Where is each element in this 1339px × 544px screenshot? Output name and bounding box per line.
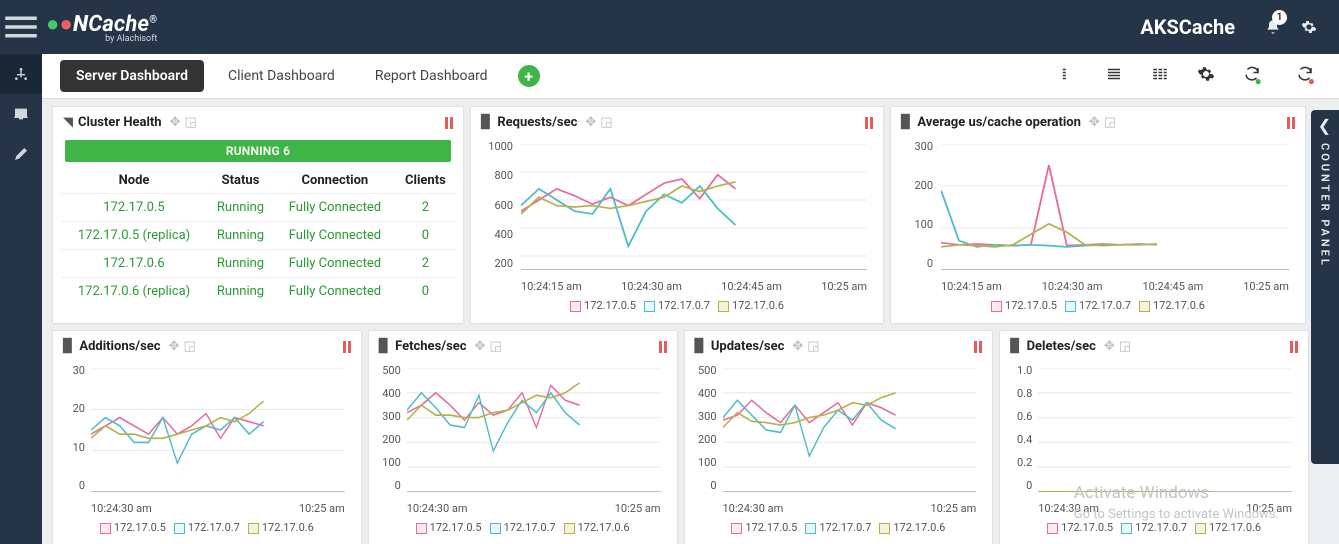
card-title: Deletes/sec: [1027, 339, 1096, 354]
card-title: Additions/sec: [79, 339, 160, 354]
layout-single-icon[interactable]: [1059, 65, 1077, 87]
card-title: Fetches/sec: [395, 339, 466, 354]
move-icon[interactable]: ✥: [1104, 339, 1115, 354]
notifications-count: 1: [1272, 10, 1287, 25]
nav-tools-icon[interactable]: [0, 134, 42, 174]
tab-server-dashboard[interactable]: Server Dashboard: [60, 60, 204, 92]
pause-button[interactable]: [1290, 341, 1298, 353]
pause-button[interactable]: [865, 117, 873, 129]
pause-button[interactable]: [659, 341, 667, 353]
legend: 172.17.0.5 172.17.0.7 172.17.0.6: [377, 516, 669, 537]
move-icon[interactable]: ✥: [169, 339, 180, 354]
notifications-bell[interactable]: 1: [1255, 0, 1291, 54]
expand-icon[interactable]: ◲: [489, 339, 501, 354]
expand-icon[interactable]: ◲: [807, 339, 819, 354]
card-avg-us: ▉ Average us/cache operation ✥ ◲ 3002001…: [890, 106, 1306, 324]
refresh-green-icon[interactable]: ●: [1243, 65, 1268, 87]
chevron-left-icon: ❮: [1318, 116, 1332, 135]
move-icon[interactable]: ✥: [792, 339, 803, 354]
col-connection: Connection: [274, 168, 396, 194]
card-requests: ▉ Requests/sec ✥ ◲ 1000800600400200 10:2…: [470, 106, 884, 324]
move-icon[interactable]: ✥: [475, 339, 486, 354]
brand: ●●NCache® by Alachisoft: [46, 11, 157, 44]
nav-monitor-icon[interactable]: [0, 94, 42, 134]
card-deletes: ▉ Deletes/sec ✥ ◲ 1.00.80.60.40.20 10:24…: [999, 330, 1309, 544]
layout-list-icon[interactable]: [1105, 65, 1123, 87]
card-title: Average us/cache operation: [917, 115, 1081, 130]
move-icon[interactable]: ✥: [170, 115, 181, 130]
chart-icon: ▉: [379, 339, 390, 354]
move-icon[interactable]: ✥: [585, 115, 596, 130]
move-icon[interactable]: ✥: [1089, 115, 1100, 130]
legend: 172.17.0.5 172.17.0.7 172.17.0.6: [693, 516, 985, 537]
counter-panel-label: COUNTER PANEL: [1319, 143, 1332, 268]
legend: 172.17.0.5 172.17.0.7 172.17.0.6: [61, 516, 353, 537]
cluster-table: Node Status Connection Clients 172.17.0.…: [61, 168, 455, 305]
pause-button[interactable]: [343, 341, 351, 353]
tab-client-dashboard[interactable]: Client Dashboard: [212, 60, 351, 92]
table-row: 172.17.0.6 (replica)RunningFully Connect…: [61, 278, 455, 306]
chart-icon: ▉: [63, 339, 74, 354]
col-node: Node: [61, 168, 207, 194]
card-additions: ▉ Additions/sec ✥ ◲ 3020100 10:24:30 am1…: [52, 330, 362, 544]
expand-icon[interactable]: ◲: [185, 115, 197, 130]
expand-icon[interactable]: ◲: [600, 115, 612, 130]
chart-icon: ▉: [481, 115, 492, 130]
layout-grid-icon[interactable]: [1151, 65, 1169, 87]
expand-icon[interactable]: ◲: [183, 339, 195, 354]
expand-icon[interactable]: ◲: [1119, 339, 1131, 354]
card-title: Requests/sec: [497, 115, 577, 130]
card-updates: ▉ Updates/sec ✥ ◲ 5004003002001000 10:24…: [684, 330, 994, 544]
card-title: Cluster Health: [78, 115, 162, 130]
left-sidebar: [0, 54, 42, 544]
card-title: Updates/sec: [711, 339, 785, 354]
refresh-red-icon[interactable]: ●: [1296, 65, 1321, 87]
table-row: 172.17.0.6RunningFully Connected2: [61, 250, 455, 278]
chart-icon: ▉: [695, 339, 706, 354]
add-dashboard-button[interactable]: +: [518, 65, 540, 87]
tab-report-dashboard[interactable]: Report Dashboard: [359, 60, 504, 92]
pause-button[interactable]: [445, 117, 453, 129]
counter-panel-toggle[interactable]: ❮ COUNTER PANEL: [1311, 110, 1339, 464]
settings-gear[interactable]: [1291, 0, 1327, 54]
cache-name: AKSCache: [1140, 15, 1235, 39]
legend: 172.17.0.5 172.17.0.7 172.17.0.6: [899, 294, 1297, 315]
dashboard-tabs: Server Dashboard Client Dashboard Report…: [42, 54, 1339, 98]
nav-cluster-icon[interactable]: [0, 54, 42, 94]
legend: 172.17.0.5 172.17.0.7 172.17.0.6: [1008, 516, 1300, 537]
col-status: Status: [207, 168, 274, 194]
card-cluster-health: ◥ Cluster Health ✥ ◲ RUNNING 6 Node Stat…: [52, 106, 464, 324]
col-clients: Clients: [396, 168, 455, 194]
content-area: ◥ Cluster Health ✥ ◲ RUNNING 6 Node Stat…: [42, 98, 1339, 544]
pause-button[interactable]: [974, 341, 982, 353]
chart-icon: ▉: [901, 115, 912, 130]
expand-icon[interactable]: ◲: [1104, 115, 1116, 130]
running-status-bar: RUNNING 6: [65, 140, 451, 162]
card-fetches: ▉ Fetches/sec ✥ ◲ 5004003002001000 10:24…: [368, 330, 678, 544]
pause-button[interactable]: [1287, 117, 1295, 129]
table-row: 172.17.0.5RunningFully Connected2: [61, 194, 455, 222]
toolbar-settings-icon[interactable]: [1197, 65, 1215, 87]
chart-icon: ▉: [1010, 339, 1021, 354]
cluster-icon: ◥: [63, 115, 73, 130]
table-row: 172.17.0.5 (replica)RunningFully Connect…: [61, 222, 455, 250]
hamburger-menu[interactable]: [0, 0, 42, 54]
legend: 172.17.0.5 172.17.0.7 172.17.0.6: [479, 294, 875, 315]
